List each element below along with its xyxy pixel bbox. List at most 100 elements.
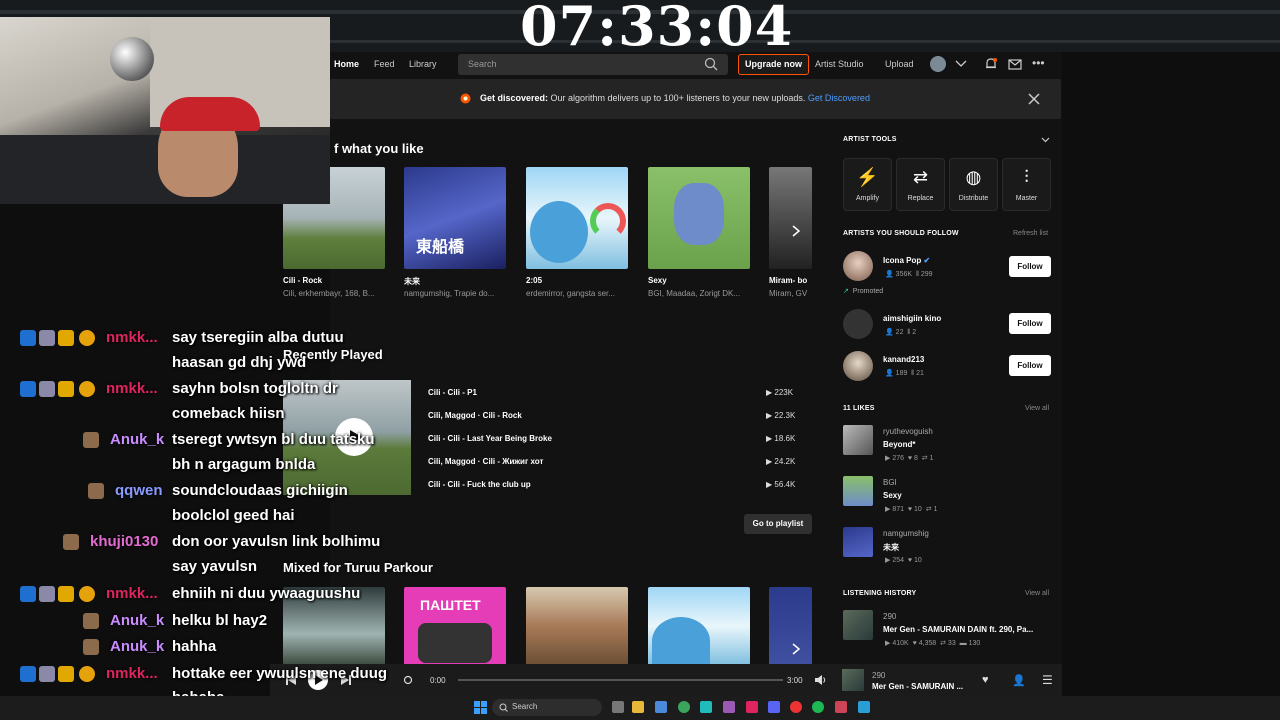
close-icon[interactable]: [1028, 93, 1040, 105]
tile-title[interactable]: Miram- bo: [769, 276, 813, 285]
taskbar-search[interactable]: Search: [492, 699, 602, 716]
stream-timer: 07:33:04: [520, 0, 794, 58]
bell-icon[interactable]: [984, 57, 998, 71]
artist-name[interactable]: aimshigiin kino: [883, 314, 941, 323]
reposts-count: 1: [933, 506, 938, 513]
app-icon[interactable]: [723, 701, 735, 713]
now-playing-art[interactable]: [842, 669, 864, 691]
like-artist[interactable]: namgumshig: [883, 529, 929, 538]
tool-replace[interactable]: ⇄ Replace: [896, 158, 945, 211]
nav-library[interactable]: Library: [409, 59, 437, 69]
like-thumb[interactable]: [843, 527, 873, 557]
crown-icon: [58, 666, 74, 682]
replace-icon: ⇄: [912, 167, 929, 187]
tile-art[interactable]: [526, 167, 628, 269]
like-title[interactable]: 未来: [883, 542, 899, 553]
now-playing-title[interactable]: Mer Gen - SAMURAIN ...: [872, 682, 963, 691]
app-icon[interactable]: [835, 701, 847, 713]
tile-title[interactable]: Cili - Rock: [283, 276, 387, 285]
get-discovered-link[interactable]: Get Discovered: [808, 93, 870, 103]
spotify-icon[interactable]: [812, 701, 824, 713]
follow-user-icon[interactable]: 👤: [1012, 674, 1026, 687]
chevron-right-icon[interactable]: [790, 643, 802, 655]
nav-home[interactable]: Home: [334, 59, 359, 69]
view-all-likes-link[interactable]: View all: [1025, 405, 1049, 412]
like-thumb[interactable]: [843, 425, 873, 455]
like-title[interactable]: Sexy: [883, 491, 902, 500]
chrome-icon[interactable]: [678, 701, 690, 713]
history-artist[interactable]: 290: [883, 612, 896, 621]
history-thumb[interactable]: [843, 610, 873, 640]
chevron-down-icon[interactable]: [1041, 137, 1050, 143]
repeat-icon[interactable]: [403, 675, 413, 685]
track-title[interactable]: Cili - Cili - P1: [428, 388, 477, 397]
app-icon[interactable]: [655, 701, 667, 713]
track-title[interactable]: Cili, Maggod · Cili - Жижиг хот: [428, 457, 543, 466]
app-icon[interactable]: [700, 701, 712, 713]
artist-name[interactable]: kanand213: [883, 355, 924, 364]
more-icon[interactable]: •••: [1032, 56, 1045, 70]
chevron-right-icon[interactable]: [790, 225, 802, 237]
plays-count: 410K: [892, 640, 909, 647]
play-count: 24.2K: [774, 457, 796, 466]
tile-title[interactable]: Sexy: [648, 276, 752, 285]
chat-message: don oor yavulsn link bolhimu: [172, 533, 381, 550]
avatar[interactable]: [843, 351, 873, 381]
badge-icon: [20, 381, 36, 397]
nav-feed[interactable]: Feed: [374, 59, 395, 69]
track-title[interactable]: Cili, Maggod · Cili - Rock: [428, 411, 522, 420]
opera-icon[interactable]: [790, 701, 802, 713]
tile-art[interactable]: 東船橋: [404, 167, 506, 269]
history-title-text[interactable]: Mer Gen - SAMURAIN DAIN ft. 290, Pa...: [883, 625, 1033, 634]
mail-icon[interactable]: [1008, 59, 1022, 70]
user-avatar[interactable]: [930, 56, 946, 72]
follow-button[interactable]: Follow: [1009, 313, 1051, 334]
tile-art[interactable]: ПАШТЕТ: [404, 587, 506, 665]
likes-title: 11 LIKES: [843, 405, 875, 412]
tile-title[interactable]: 未来: [404, 276, 508, 287]
chevron-down-icon[interactable]: [955, 60, 967, 68]
reposts-count: 33: [947, 640, 956, 647]
now-playing-artist[interactable]: 290: [872, 671, 885, 680]
chat-message: say yavulsn: [172, 558, 258, 575]
banner-text: Get discovered: Our algorithm delivers u…: [480, 93, 870, 103]
avatar[interactable]: [843, 251, 873, 281]
like-thumb[interactable]: [843, 476, 873, 506]
tool-amplify[interactable]: ⚡ Amplify: [843, 158, 892, 211]
tool-distribute[interactable]: ◍ Distribute: [949, 158, 998, 211]
tile-title[interactable]: 2:05: [526, 276, 630, 285]
search-icon[interactable]: [704, 57, 718, 71]
app-icon[interactable]: [858, 701, 870, 713]
avatar[interactable]: [843, 309, 873, 339]
tile-art[interactable]: [648, 167, 750, 269]
windows-start-icon[interactable]: [474, 701, 487, 714]
artist-name[interactable]: Icona Pop ✔: [883, 256, 930, 265]
volume-icon[interactable]: [814, 675, 826, 685]
like-artist[interactable]: BGI: [883, 478, 897, 487]
like-icon[interactable]: ♥: [982, 674, 989, 686]
tile-art[interactable]: [648, 587, 750, 665]
progress-bar[interactable]: [458, 679, 783, 681]
follow-button[interactable]: Follow: [1009, 355, 1051, 376]
tile-art[interactable]: [526, 587, 628, 665]
file-explorer-icon[interactable]: [632, 701, 644, 713]
follow-button[interactable]: Follow: [1009, 256, 1051, 277]
task-view-icon[interactable]: [612, 701, 624, 713]
like-title[interactable]: Beyond*: [883, 440, 915, 449]
reposts-count: 1: [929, 455, 934, 462]
go-to-playlist-button[interactable]: Go to playlist: [744, 514, 812, 534]
tile-art[interactable]: [769, 167, 812, 269]
app-icon[interactable]: [746, 701, 758, 713]
track-title[interactable]: Cili - Cili - Last Year Being Broke: [428, 434, 552, 443]
discover-banner: Get discovered: Our algorithm delivers u…: [330, 79, 1061, 119]
like-artist[interactable]: ryuthevoguish: [883, 427, 933, 436]
view-all-history-link[interactable]: View all: [1025, 590, 1049, 597]
queue-icon[interactable]: ☰: [1042, 673, 1053, 687]
discord-icon[interactable]: [768, 701, 780, 713]
nav-artist-studio[interactable]: Artist Studio: [815, 59, 864, 69]
track-title[interactable]: Cili - Cili - Fuck the club up: [428, 480, 531, 489]
nav-upload[interactable]: Upload: [885, 59, 914, 69]
star-icon: [460, 93, 471, 104]
refresh-list-link[interactable]: Refresh list: [1013, 230, 1048, 237]
tool-master[interactable]: ⫶ Master: [1002, 158, 1051, 211]
